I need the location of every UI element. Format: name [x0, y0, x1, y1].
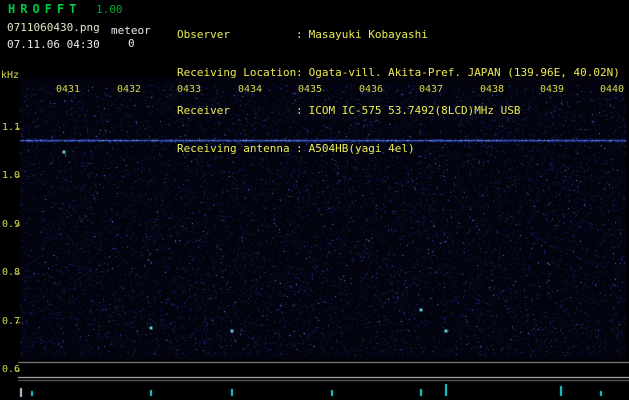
station-info-row: Receiving antenna: A504HB(yagi 4el)	[177, 143, 620, 155]
time-tick-label: 0432	[117, 84, 142, 95]
freq-tick-label: 0.6	[2, 364, 21, 375]
date-time: 07.11.06 04:30	[7, 38, 100, 51]
meteor-counter-value: 0	[128, 37, 135, 50]
time-tick-label: 0439	[540, 84, 565, 95]
time-tick-label: 0437	[419, 84, 444, 95]
info-colon: :	[296, 28, 303, 41]
info-value: A504HB(yagi 4el)	[308, 142, 415, 155]
station-info-row: Receiving Location: Ogata-vill. Akita-Pre…	[177, 67, 620, 79]
freq-tick-label: 1.0	[2, 170, 21, 181]
freq-tick-label: 0.8	[2, 267, 21, 278]
info-label: Receiving antenna	[177, 142, 290, 155]
time-tick-label: 0434	[238, 84, 263, 95]
info-label: Receiving Location	[177, 66, 297, 79]
info-colon: :	[296, 104, 303, 117]
station-info-row: Receiver: ICOM IC-575 53.7492(8LCD)MHz US…	[177, 105, 620, 117]
info-value: ICOM IC-575 53.7492(8LCD)MHz USB	[308, 104, 521, 117]
info-colon: :	[296, 66, 303, 79]
meteor-counter-label: meteor	[111, 24, 151, 37]
info-label: Observer	[177, 28, 230, 41]
freq-tick-label: 0.7	[2, 316, 21, 327]
app-version: 1.00	[96, 3, 123, 16]
time-tick-label: 0438	[480, 84, 505, 95]
freq-tick-label: 1.1	[2, 122, 21, 133]
info-colon: :	[296, 142, 303, 155]
app-title: HROFFT	[8, 2, 82, 16]
station-info-row: Observer: Masayuki Kobayashi	[177, 29, 620, 41]
time-tick-label: 0433	[177, 84, 202, 95]
time-tick-label: 0436	[359, 84, 384, 95]
info-value: Masayuki Kobayashi	[308, 28, 428, 41]
freq-axis-unit: kHz	[1, 70, 20, 81]
info-value: Ogata-vill. Akita-Pref. JAPAN (139.96E, …	[308, 66, 620, 79]
info-label: Receiver	[177, 104, 230, 117]
hrofft-window: HROFFT 1.00 0711060430.png meteor 0 07.1…	[0, 0, 629, 400]
time-tick-label: 0440	[600, 84, 625, 95]
output-filename: 0711060430.png	[7, 21, 100, 34]
time-tick-label: 0431	[56, 84, 81, 95]
time-tick-label: 0435	[298, 84, 323, 95]
freq-tick-label: 0.9	[2, 219, 21, 230]
